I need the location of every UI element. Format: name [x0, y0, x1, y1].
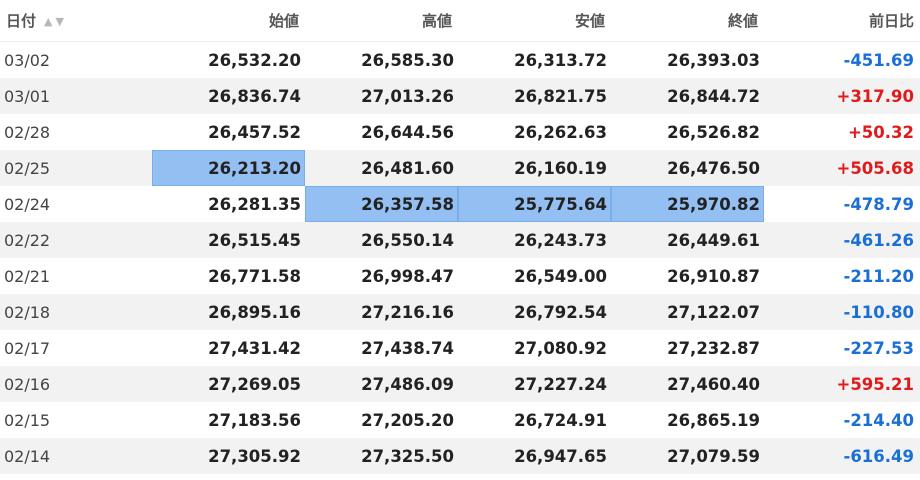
cell-open[interactable]: 26,895.16	[152, 294, 305, 330]
table-row[interactable]: 02/18 26,895.16 27,216.16 26,792.54 27,122.0…	[0, 294, 920, 330]
cell-change[interactable]: -461.26	[764, 222, 920, 258]
cell-close[interactable]: 27,460.40	[611, 366, 764, 402]
cell-high[interactable]: 26,644.56	[305, 114, 458, 150]
table-row[interactable]: 02/21 26,771.58 26,998.47 26,549.00 26,910.8…	[0, 258, 920, 294]
table-row[interactable]: 02/17 27,431.42 27,438.74 27,080.92 27,232.8…	[0, 330, 920, 366]
cell-close[interactable]: 26,844.72	[611, 78, 764, 114]
cell-low[interactable]: 26,313.72	[458, 41, 611, 78]
cell-date[interactable]: 02/14	[0, 438, 152, 474]
column-header-change[interactable]: 前日比	[764, 0, 920, 42]
cell-date[interactable]: 02/25	[0, 150, 152, 186]
cell-high[interactable]: 26,357.58	[305, 186, 458, 222]
sort-descending-icon[interactable]: ▼	[55, 15, 66, 28]
cell-high[interactable]: 26,481.60	[305, 150, 458, 186]
cell-change[interactable]: -227.53	[764, 330, 920, 366]
cell-close[interactable]: 27,122.07	[611, 294, 764, 330]
cell-high[interactable]: 26,998.47	[305, 258, 458, 294]
cell-low[interactable]: 26,724.91	[458, 402, 611, 438]
cell-change[interactable]: -214.40	[764, 402, 920, 438]
table-body: 03/02 26,532.20 26,585.30 26,313.72 26,393.0…	[0, 41, 920, 474]
cell-high[interactable]: 27,438.74	[305, 330, 458, 366]
cell-change[interactable]: +317.90	[764, 78, 920, 114]
cell-date[interactable]: 03/02	[0, 41, 152, 78]
cell-low[interactable]: 27,080.92	[458, 330, 611, 366]
cell-date[interactable]: 02/16	[0, 366, 152, 402]
cell-change[interactable]: -211.20	[764, 258, 920, 294]
cell-date[interactable]: 02/15	[0, 402, 152, 438]
cell-change[interactable]: -110.80	[764, 294, 920, 330]
table-row[interactable]: 02/15 27,183.56 27,205.20 26,724.91 26,865.1…	[0, 402, 920, 438]
table-row[interactable]: 02/28 26,457.52 26,644.56 26,262.63 26,526.8…	[0, 114, 920, 150]
cell-low[interactable]: 26,947.65	[458, 438, 611, 474]
cell-change[interactable]: -451.69	[764, 41, 920, 78]
cell-close[interactable]: 26,393.03	[611, 41, 764, 78]
table-row[interactable]: 02/25 26,213.20 26,481.60 26,160.19 26,476.5…	[0, 150, 920, 186]
cell-date[interactable]: 02/18	[0, 294, 152, 330]
cell-change[interactable]: +595.21	[764, 366, 920, 402]
cell-low[interactable]: 26,792.54	[458, 294, 611, 330]
table-row[interactable]: 02/14 27,305.92 27,325.50 26,947.65 27,079.5…	[0, 438, 920, 474]
table-row[interactable]: 03/01 26,836.74 27,013.26 26,821.75 26,844.7…	[0, 78, 920, 114]
cell-open[interactable]: 26,457.52	[152, 114, 305, 150]
column-header-high[interactable]: 高値	[305, 0, 458, 42]
cell-close[interactable]: 26,476.50	[611, 150, 764, 186]
column-header-close[interactable]: 終値	[611, 0, 764, 42]
cell-change[interactable]: +50.32	[764, 114, 920, 150]
price-history-table: 日付 ▲▼ 始値 高値 安値 終値 前日比 03/02 26,532.20 26,58…	[0, 0, 920, 474]
cell-low[interactable]: 27,227.24	[458, 366, 611, 402]
cell-open[interactable]: 27,431.42	[152, 330, 305, 366]
table-header: 日付 ▲▼ 始値 高値 安値 終値 前日比	[0, 0, 920, 42]
column-header-date[interactable]: 日付 ▲▼	[0, 0, 152, 42]
cell-high[interactable]: 27,486.09	[305, 366, 458, 402]
cell-open[interactable]: 26,771.58	[152, 258, 305, 294]
cell-open[interactable]: 26,515.45	[152, 222, 305, 258]
cell-open[interactable]: 26,213.20	[152, 150, 305, 186]
cell-close[interactable]: 26,526.82	[611, 114, 764, 150]
cell-low[interactable]: 26,821.75	[458, 78, 611, 114]
cell-date[interactable]: 02/17	[0, 330, 152, 366]
cell-date[interactable]: 02/22	[0, 222, 152, 258]
cell-date[interactable]: 02/28	[0, 114, 152, 150]
cell-open[interactable]: 27,269.05	[152, 366, 305, 402]
cell-close[interactable]: 26,865.19	[611, 402, 764, 438]
sort-toggle-icon[interactable]: ▲▼	[44, 15, 67, 28]
cell-high[interactable]: 27,013.26	[305, 78, 458, 114]
cell-open[interactable]: 26,532.20	[152, 41, 305, 78]
cell-high[interactable]: 27,205.20	[305, 402, 458, 438]
cell-open[interactable]: 27,183.56	[152, 402, 305, 438]
cell-change[interactable]: +505.68	[764, 150, 920, 186]
cell-date[interactable]: 02/21	[0, 258, 152, 294]
cell-high[interactable]: 26,585.30	[305, 41, 458, 78]
cell-high[interactable]: 26,550.14	[305, 222, 458, 258]
table-row[interactable]: 02/24 26,281.35 26,357.58 25,775.64 25,970.8…	[0, 186, 920, 222]
cell-close[interactable]: 26,910.87	[611, 258, 764, 294]
cell-date[interactable]: 02/24	[0, 186, 152, 222]
cell-open[interactable]: 26,836.74	[152, 78, 305, 114]
cell-open[interactable]: 27,305.92	[152, 438, 305, 474]
cell-close[interactable]: 25,970.82	[611, 186, 764, 222]
table-row[interactable]: 02/16 27,269.05 27,486.09 27,227.24 27,460.4…	[0, 366, 920, 402]
table-row[interactable]: 03/02 26,532.20 26,585.30 26,313.72 26,393.0…	[0, 41, 920, 78]
sort-ascending-icon[interactable]: ▲	[44, 15, 55, 28]
cell-low[interactable]: 26,549.00	[458, 258, 611, 294]
cell-change[interactable]: -478.79	[764, 186, 920, 222]
cell-change[interactable]: -616.49	[764, 438, 920, 474]
cell-close[interactable]: 26,449.61	[611, 222, 764, 258]
column-header-open[interactable]: 始値	[152, 0, 305, 42]
cell-open[interactable]: 26,281.35	[152, 186, 305, 222]
cell-high[interactable]: 27,325.50	[305, 438, 458, 474]
cell-low[interactable]: 26,160.19	[458, 150, 611, 186]
cell-high[interactable]: 27,216.16	[305, 294, 458, 330]
header-row: 日付 ▲▼ 始値 高値 安値 終値 前日比	[0, 0, 920, 42]
table-row[interactable]: 02/22 26,515.45 26,550.14 26,243.73 26,449.6…	[0, 222, 920, 258]
cell-date[interactable]: 03/01	[0, 78, 152, 114]
cell-low[interactable]: 26,243.73	[458, 222, 611, 258]
cell-low[interactable]: 25,775.64	[458, 186, 611, 222]
column-header-low[interactable]: 安値	[458, 0, 611, 42]
cell-close[interactable]: 27,079.59	[611, 438, 764, 474]
cell-close[interactable]: 27,232.87	[611, 330, 764, 366]
cell-low[interactable]: 26,262.63	[458, 114, 611, 150]
column-header-date-label: 日付	[6, 12, 37, 30]
